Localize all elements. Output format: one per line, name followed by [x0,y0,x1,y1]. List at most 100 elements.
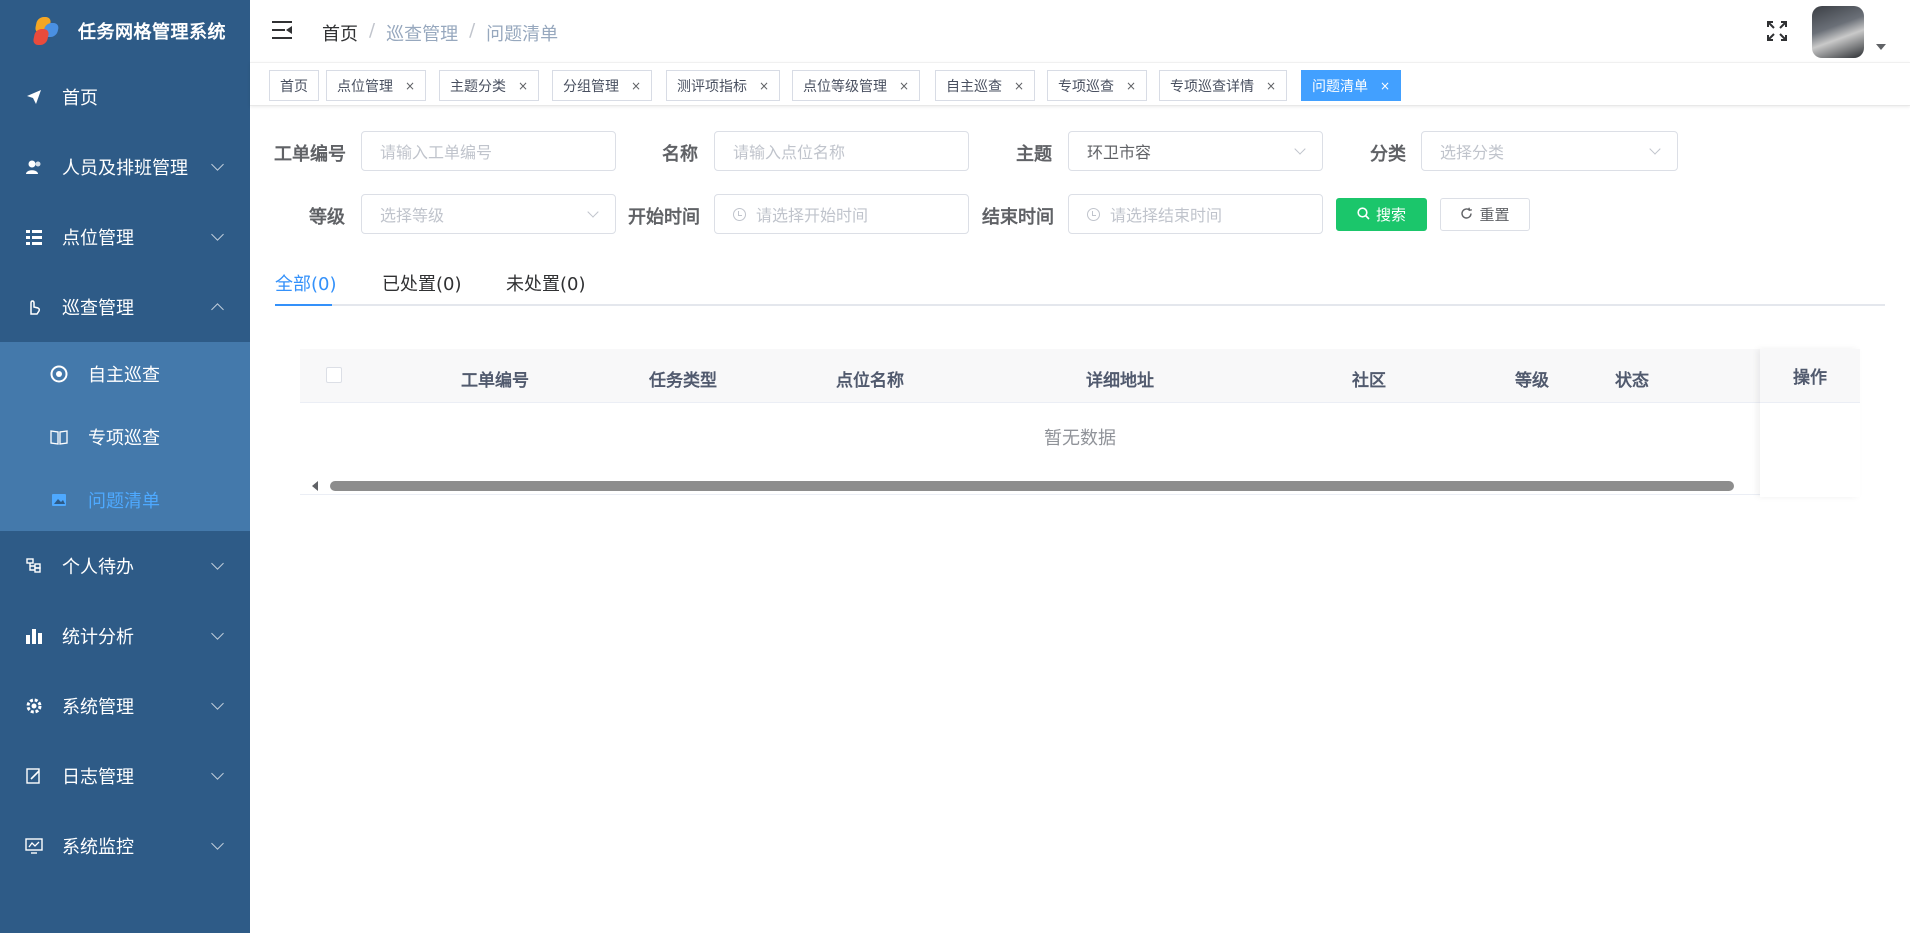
end-time-placeholder: 请选择结束时间 [1110,206,1223,225]
tag-theme-category[interactable]: 主题分类 × [439,70,540,101]
reset-button[interactable]: 重置 [1440,198,1530,231]
name-input[interactable]: 请输入点位名称 [714,131,969,171]
breadcrumb-item[interactable]: 首页 [322,20,358,46]
category-label: 分类 [1370,144,1406,165]
tag-label: 专项巡查详情 [1170,78,1254,95]
tab-unhandled[interactable]: 未处置(0) [506,270,586,296]
tag-label: 分组管理 [563,78,619,95]
tag-self-patrol[interactable]: 自主巡查 × [935,70,1036,101]
scroll-thumb[interactable] [330,481,1734,491]
fullscreen-icon[interactable] [1766,20,1788,42]
level-label: 等级 [309,207,345,228]
sidebar-subitem-special-patrol[interactable]: 专项巡查 [0,405,250,468]
level-placeholder: 选择等级 [380,206,445,225]
chevron-down-icon [587,206,599,218]
sidebar-item-label: 点位管理 [62,228,134,249]
tag-group-management[interactable]: 分组管理 × [552,70,653,101]
column-header: 操作 [1760,349,1860,403]
chevron-down-icon [211,158,224,171]
tag-label: 点位等级管理 [803,78,887,95]
close-icon[interactable]: × [631,79,641,93]
sidebar-item-label: 统计分析 [62,627,134,648]
level-select[interactable]: 选择等级 [361,194,616,234]
sidebar-item-label: 首页 [62,88,98,109]
tag-issue-list[interactable]: 问题清单 × [1301,70,1402,101]
people-icon [24,157,44,177]
tag-special-patrol[interactable]: 专项巡查 × [1047,70,1148,101]
navbar: 首页 / 巡查管理 / 问题清单 [250,0,1910,62]
sidebar-item-staff[interactable]: 人员及排班管理 [0,132,250,202]
tab-all[interactable]: 全部(0) [275,270,337,296]
logo-icon [32,15,60,47]
tag-special-patrol-detail[interactable]: 专项巡查详情 × [1159,70,1288,101]
gear-icon [24,696,44,716]
edit-icon [24,766,44,786]
close-icon[interactable]: × [1266,79,1276,93]
breadcrumb-item: 巡查管理 [386,24,459,45]
tree-icon [24,556,44,576]
tag-label: 专项巡查 [1058,78,1114,95]
reset-button-label: 重置 [1479,206,1510,224]
order-no-input[interactable]: 请输入工单编号 [361,131,616,171]
tag-label: 自主巡查 [946,78,1002,95]
sidebar-item-label: 日志管理 [62,767,134,788]
close-icon[interactable]: × [1014,79,1024,93]
avatar[interactable] [1812,6,1864,58]
chevron-down-icon [1649,143,1661,155]
scroll-left-icon[interactable] [312,481,318,491]
start-time-picker[interactable]: 请选择开始时间 [714,194,969,234]
sidebar-subitem-label: 专项巡查 [88,427,160,449]
menu-toggle-icon[interactable] [272,21,292,39]
app-logo: 任务网格管理系统 [0,0,250,62]
tag-label: 主题分类 [450,78,506,95]
search-button-label: 搜索 [1375,206,1406,224]
bar-chart-icon [24,626,44,646]
monitor-icon [24,836,44,856]
breadcrumb-item: 问题清单 [486,24,559,45]
theme-label: 主题 [1016,144,1052,165]
close-icon[interactable]: × [1126,79,1136,93]
column-header: 等级 [1515,371,1549,391]
tab-handled[interactable]: 已处置(0) [382,270,462,296]
search-button[interactable]: 搜索 [1336,198,1427,231]
end-time-picker[interactable]: 请选择结束时间 [1068,194,1323,234]
tag-point-level[interactable]: 点位等级管理 × [792,70,921,101]
close-icon[interactable]: × [405,79,415,93]
close-icon[interactable]: × [518,79,528,93]
start-time-placeholder: 请选择开始时间 [756,206,869,225]
category-select[interactable]: 选择分类 [1421,131,1678,171]
close-icon[interactable]: × [899,79,909,93]
tag-evaluation-index[interactable]: 测评项指标 × [666,70,781,101]
column-header: 点位名称 [836,371,904,391]
tag-point-management[interactable]: 点位管理 × [326,70,427,101]
sidebar-item-points[interactable]: 点位管理 [0,202,250,272]
close-icon[interactable]: × [1380,79,1390,93]
hand-icon [24,297,44,317]
sidebar-subitem-issue-list[interactable]: 问题清单 [0,468,250,531]
sidebar-subitem-self-patrol[interactable]: 自主巡查 [0,342,250,405]
sidebar-item-monitor[interactable]: 系统监控 [0,811,250,881]
refresh-icon [1460,206,1473,224]
tag-home[interactable]: 首页 [269,70,319,101]
sidebar-item-todo[interactable]: 个人待办 [0,531,250,601]
column-header: 社区 [1352,371,1386,391]
sidebar-item-label: 系统监控 [62,837,134,858]
patrol-submenu: 自主巡查 专项巡查 问题清单 [0,342,250,531]
fixed-action-column: 操作 [1760,349,1860,497]
empty-text: 暂无数据 [1044,428,1116,449]
app-title: 任务网格管理系统 [78,22,226,43]
caret-down-icon[interactable] [1876,44,1886,50]
sidebar-item-home[interactable]: 首页 [0,62,250,132]
sidebar-item-patrol[interactable]: 巡查管理 [0,272,250,342]
theme-select[interactable]: 环卫市容 [1068,131,1323,171]
close-icon[interactable]: × [759,79,769,93]
sidebar-item-system[interactable]: 系统管理 [0,671,250,741]
name-placeholder: 请输入点位名称 [733,143,846,162]
sidebar-item-logs[interactable]: 日志管理 [0,741,250,811]
horizontal-scrollbar[interactable] [300,475,1860,495]
column-header: 任务类型 [649,371,717,391]
select-all-checkbox[interactable] [326,367,342,383]
chevron-down-icon [211,697,224,710]
tab-active-indicator [275,304,332,306]
sidebar-item-statistics[interactable]: 统计分析 [0,601,250,671]
